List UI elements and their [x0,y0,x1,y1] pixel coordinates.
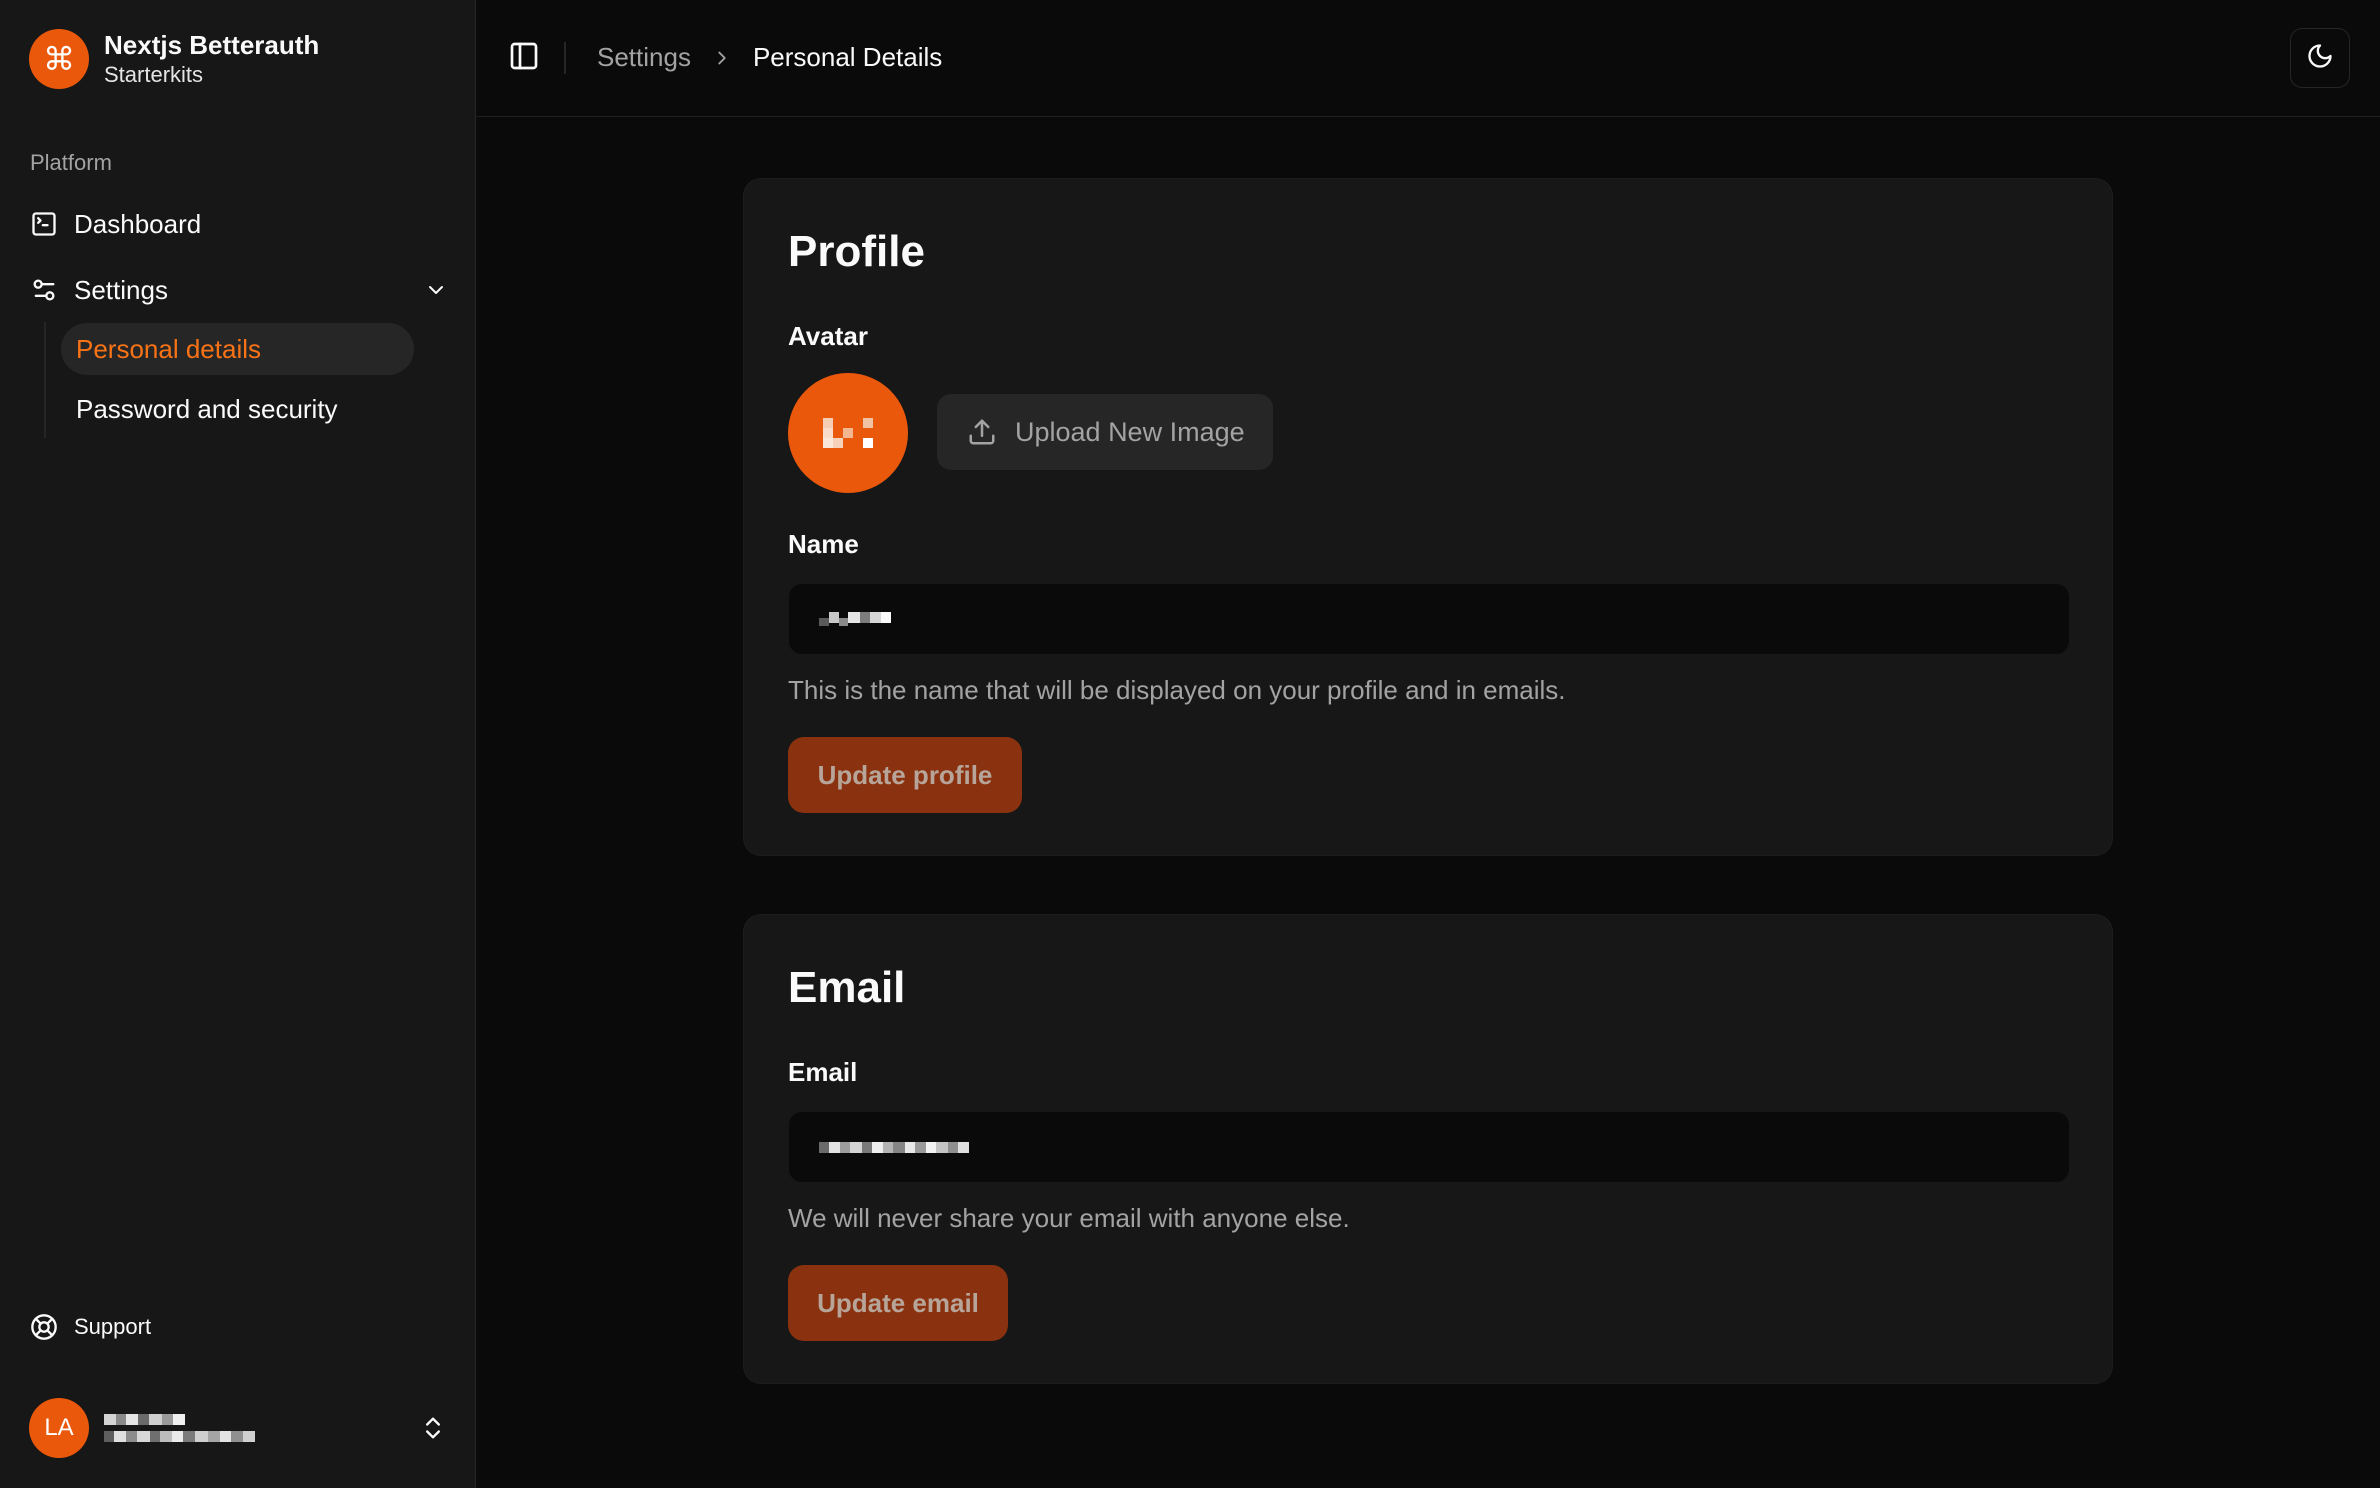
update-profile-button[interactable]: Update profile [788,737,1022,813]
email-field[interactable] [788,1111,2070,1183]
chevron-right-icon [711,47,733,69]
email-label: Email [788,1057,858,1087]
sidebar-item-dashboard[interactable]: Dashboard [30,206,201,242]
main-content: Settings Personal Details Profile Avatar… [476,0,2380,1488]
app-shell: ⌘ Nextjs Betterauth Starterkits Platform… [0,0,2380,1488]
sidebar-subitem-personal-details[interactable]: Personal details [61,323,414,375]
user-info-redacted [104,1414,255,1442]
update-email-button[interactable]: Update email [788,1265,1008,1341]
moon-icon [2306,42,2334,75]
profile-avatar[interactable] [788,373,908,493]
terminal-square-icon [30,210,58,238]
name-label: Name [788,529,859,559]
settings-sliders-icon [30,276,58,304]
command-icon: ⌘ [29,29,89,89]
name-help-text: This is the name that will be displayed … [788,675,1566,705]
email-title: Email [788,963,906,1012]
breadcrumb: Settings Personal Details [597,42,942,73]
name-field[interactable] [788,583,2070,655]
redacted-avatar-initials [823,418,873,448]
sidebar-item-label: Dashboard [74,208,202,239]
upload-image-label: Upload New Image [1015,416,1245,447]
avatar: LA [29,1398,89,1458]
sidebar: ⌘ Nextjs Betterauth Starterkits Platform… [0,0,476,1488]
sidebar-subitem-password-security[interactable]: Password and security [61,383,414,435]
sidebar-item-label: Settings [74,274,168,305]
submenu-divider [44,322,46,438]
redacted-username [104,1414,255,1425]
life-buoy-icon [30,1313,58,1341]
upload-icon [967,417,997,447]
brand-text: Nextjs Betterauth Starterkits [104,29,319,89]
brand-name: Nextjs Betterauth [104,30,320,60]
brand[interactable]: ⌘ Nextjs Betterauth Starterkits [29,29,319,89]
user-menu[interactable]: LA [29,1398,447,1458]
redacted-user-email [104,1431,255,1442]
profile-card: Profile Avatar Upload New Image Name Thi… [743,178,2113,856]
sidebar-item-settings[interactable]: Settings [30,272,448,308]
theme-toggle-button[interactable] [2290,28,2350,88]
upload-image-button[interactable]: Upload New Image [937,394,1273,470]
redacted-name-value [819,612,891,626]
profile-title: Profile [788,227,925,276]
breadcrumb-current: Personal Details [752,42,943,72]
panel-left-icon[interactable] [508,40,540,72]
redacted-email-value [819,1141,969,1153]
email-help-text: We will never share your email with anyo… [788,1203,1350,1233]
sidebar-group-label: Platform [30,150,112,175]
brand-subtitle: Starterkits [104,62,204,87]
chevrons-up-down-icon [419,1414,447,1442]
header-divider [564,42,566,74]
email-card: Email Email We will never share your ema… [743,914,2113,1384]
breadcrumb-settings[interactable]: Settings [597,42,691,73]
chevron-down-icon[interactable] [424,278,448,302]
sidebar-item-support[interactable]: Support [30,1311,151,1343]
top-bar: Settings Personal Details [476,0,2380,117]
sidebar-item-label: Support [74,1314,152,1339]
avatar-label: Avatar [788,321,868,351]
